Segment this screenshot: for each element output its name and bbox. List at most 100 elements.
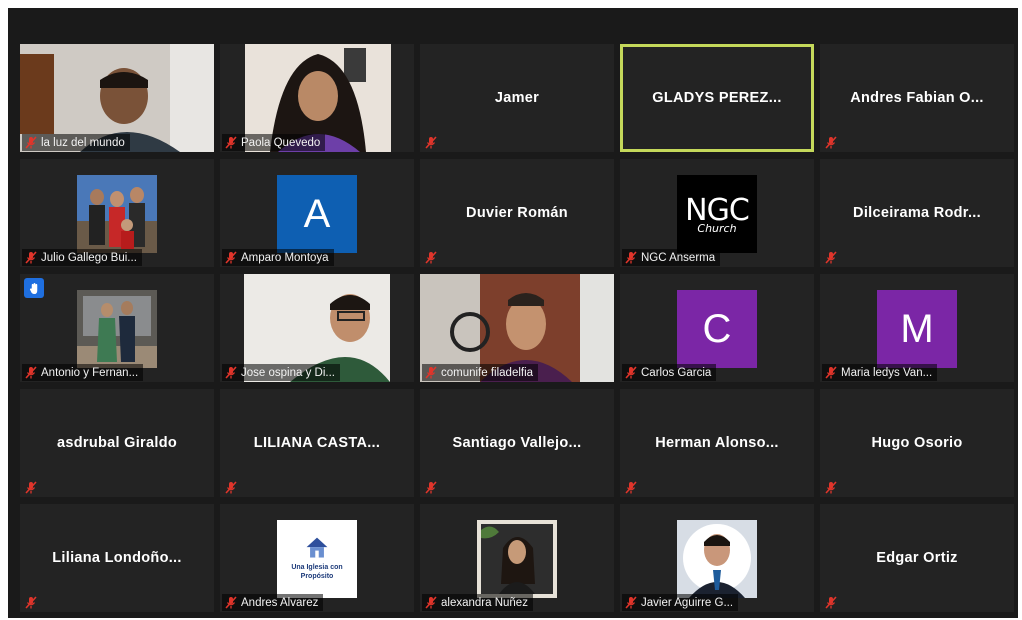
participant-tile[interactable]: Hugo Osorio bbox=[820, 389, 1014, 497]
mic-muted-icon bbox=[425, 366, 437, 379]
mic-muted-icon bbox=[825, 481, 837, 494]
participant-display-name: Jamer bbox=[494, 90, 540, 106]
participant-tile[interactable]: Herman Alonso... bbox=[620, 389, 814, 497]
mic-muted-icon bbox=[825, 366, 837, 379]
logo: NGC Church bbox=[677, 175, 757, 253]
participant-name-label bbox=[422, 249, 442, 266]
participant-display-name: Liliana Londoño... bbox=[52, 550, 182, 566]
participant-name-label: comunife filadelfia bbox=[422, 364, 539, 381]
participant-tile[interactable]: C Carlos Garcia bbox=[620, 274, 814, 382]
participant-name-label: Andres Alvarez bbox=[222, 594, 324, 611]
mic-muted-icon bbox=[825, 596, 837, 609]
mic-muted-icon bbox=[625, 596, 637, 609]
participant-name-label bbox=[222, 479, 242, 496]
participant-name-label bbox=[625, 131, 633, 148]
mic-muted-icon bbox=[25, 136, 37, 149]
profile-photo bbox=[77, 175, 157, 253]
participant-display-name: Edgar Ortiz bbox=[876, 550, 958, 566]
participant-name-label: NGC Anserma bbox=[622, 249, 721, 266]
church-logo-icon bbox=[306, 537, 328, 558]
participant-name-label: alexandra Nuñez bbox=[422, 594, 533, 611]
participant-tile[interactable]: A Amparo Montoya bbox=[220, 159, 414, 267]
participant-name-label: Javier Aguirre G... bbox=[622, 594, 739, 611]
mic-muted-icon bbox=[225, 251, 237, 264]
participant-display-name: asdrubal Giraldo bbox=[56, 435, 178, 451]
participant-name-label bbox=[822, 134, 842, 151]
participant-name-label bbox=[822, 594, 842, 611]
participant-tile[interactable]: asdrubal Giraldo bbox=[20, 389, 214, 497]
participant-tile[interactable]: la luz del mundo bbox=[20, 44, 214, 152]
mic-muted-icon bbox=[625, 251, 637, 264]
participant-tile[interactable]: LILIANA CASTA... bbox=[220, 389, 414, 497]
mic-muted-icon bbox=[425, 136, 437, 149]
mic-muted-icon bbox=[225, 596, 237, 609]
mic-muted-icon bbox=[425, 596, 437, 609]
meeting-gallery-view: la luz del mundo Paola Quevedo Jamer GLADYS… bbox=[8, 8, 1018, 618]
participant-display-name: Dilceirama Rodr... bbox=[853, 205, 981, 221]
participant-name: alexandra Nuñez bbox=[441, 596, 528, 609]
participant-grid: la luz del mundo Paola Quevedo Jamer GLADYS… bbox=[20, 44, 1014, 612]
participant-tile[interactable]: Jamer bbox=[420, 44, 614, 152]
participant-name: comunife filadelfia bbox=[441, 366, 534, 379]
participant-tile[interactable]: Dilceirama Rodr... bbox=[820, 159, 1014, 267]
participant-display-name: Duvier Román bbox=[466, 205, 568, 221]
mic-muted-icon bbox=[825, 136, 837, 149]
participant-name-label bbox=[22, 479, 42, 496]
mic-muted-icon bbox=[25, 596, 37, 609]
participant-display-name: GLADYS PEREZ... bbox=[652, 90, 782, 106]
mic-muted-icon bbox=[225, 366, 237, 379]
participant-tile[interactable]: Edgar Ortiz bbox=[820, 504, 1014, 612]
participant-tile[interactable]: Andres Fabian O... bbox=[820, 44, 1014, 152]
participant-name-label bbox=[22, 594, 42, 611]
participant-tile[interactable]: Una Iglesia con Propósito Andres Alvarez bbox=[220, 504, 414, 612]
avatar: M bbox=[877, 290, 957, 368]
participant-tile[interactable]: comunife filadelfia bbox=[420, 274, 614, 382]
participant-name: NGC Anserma bbox=[641, 251, 716, 264]
mic-muted-icon bbox=[825, 251, 837, 264]
participant-name-label bbox=[822, 479, 842, 496]
participant-name: Antonio y Fernan... bbox=[41, 366, 139, 379]
participant-display-name: LILIANA CASTA... bbox=[253, 435, 381, 451]
participant-name: Julio Gallego Bui... bbox=[41, 251, 137, 264]
participant-tile[interactable]: alexandra Nuñez bbox=[420, 504, 614, 612]
participant-name-label bbox=[822, 249, 842, 266]
participant-name: Paola Quevedo bbox=[241, 136, 321, 149]
participant-name-label bbox=[422, 479, 442, 496]
participant-tile[interactable]: NGC Church NGC Anserma bbox=[620, 159, 814, 267]
profile-photo bbox=[477, 520, 557, 598]
participant-tile[interactable]: Javier Aguirre G... bbox=[620, 504, 814, 612]
participant-tile[interactable]: Santiago Vallejo... bbox=[420, 389, 614, 497]
participant-name-label: Julio Gallego Bui... bbox=[22, 249, 142, 266]
mic-muted-icon bbox=[425, 481, 437, 494]
participant-tile[interactable]: M Maria ledys Van... bbox=[820, 274, 1014, 382]
avatar: C bbox=[677, 290, 757, 368]
participant-name-label: Amparo Montoya bbox=[222, 249, 334, 266]
participant-tile[interactable]: Liliana Londoño... bbox=[20, 504, 214, 612]
participant-name-label: Maria ledys Van... bbox=[822, 364, 938, 381]
participant-tile[interactable]: Jose ospina y Di... bbox=[220, 274, 414, 382]
mic-muted-icon bbox=[425, 251, 437, 264]
participant-tile[interactable]: Paola Quevedo bbox=[220, 44, 414, 152]
participant-name-label: la luz del mundo bbox=[22, 134, 130, 151]
participant-name-label bbox=[622, 479, 642, 496]
participant-tile[interactable]: GLADYS PEREZ... bbox=[620, 44, 814, 152]
participant-display-name: Andres Fabian O... bbox=[850, 90, 984, 106]
participant-name: Carlos Garcia bbox=[641, 366, 712, 379]
mic-muted-icon bbox=[225, 481, 237, 494]
participant-display-name: Herman Alonso... bbox=[655, 435, 779, 451]
avatar: A bbox=[277, 175, 357, 253]
participant-tile[interactable]: Julio Gallego Bui... bbox=[20, 159, 214, 267]
participant-name-label: Carlos Garcia bbox=[622, 364, 717, 381]
mic-muted-icon bbox=[25, 366, 37, 379]
profile-photo bbox=[77, 290, 157, 368]
mic-muted-icon bbox=[625, 481, 637, 494]
participant-name-label: Paola Quevedo bbox=[222, 134, 326, 151]
participant-tile[interactable]: Duvier Román bbox=[420, 159, 614, 267]
participant-tile[interactable]: Antonio y Fernan... bbox=[20, 274, 214, 382]
participant-name-label: Antonio y Fernan... bbox=[22, 364, 144, 381]
participant-display-name: Santiago Vallejo... bbox=[452, 435, 582, 451]
participant-name: la luz del mundo bbox=[41, 136, 125, 149]
participant-name: Amparo Montoya bbox=[241, 251, 329, 264]
mic-muted-icon bbox=[225, 136, 237, 149]
participant-name: Javier Aguirre G... bbox=[641, 596, 734, 609]
